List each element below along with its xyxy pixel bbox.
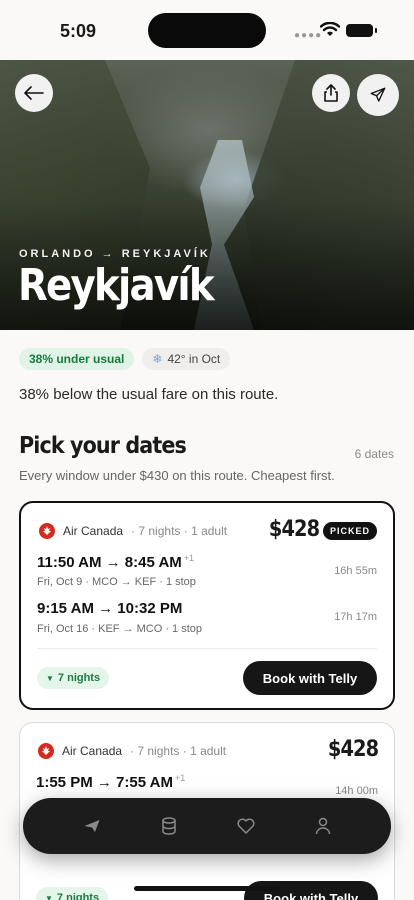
wifi-icon [320,22,340,36]
deal-chip-label: 38% under usual [29,352,125,366]
deal-chips: 38% under usual ❄ 42° in Oct [19,348,231,370]
airline-name: Air Canada [63,524,124,538]
picked-badge: PICKED [322,522,377,540]
tab-saved-data[interactable] [149,806,189,846]
dates-count: 6 dates [354,447,394,461]
weather-chip-label: 42° in Oct [167,352,221,366]
nights-chip: ▼ 7 nights [36,887,109,900]
trip-meta: · 7 nights · 1 adult [130,744,227,758]
back-button[interactable] [15,74,53,112]
battery-icon [346,24,377,37]
section-subtitle: Every window under $430 on this route. C… [19,468,335,483]
route-label: ORLANDO → REYKJAVÍK [19,248,211,260]
airline-row: Air Canada · 7 nights · 1 adult [39,523,227,539]
book-button[interactable]: Book with Telly [243,661,377,695]
tab-favorites[interactable] [226,806,266,846]
nights-chip: ▼ 7 nights [37,667,110,689]
price: $428 [327,737,379,762]
heart-icon [237,818,254,834]
status-bar: 5:09 ●●●● [0,0,414,60]
status-time: 5:09 [60,21,97,41]
share-icon [324,84,338,102]
maple-leaf-icon [39,523,55,539]
home-indicator [134,886,280,891]
return-times: 9:15 AM → 10:32 PM [37,600,183,617]
person-icon [315,817,330,835]
signal-icon: ●●●● [294,30,323,41]
maple-leaf-icon [38,743,54,759]
card-divider [37,648,377,649]
outbound-times: 11:50 AM → 8:45 AM +1 [37,553,194,571]
day-offset: +1 [183,553,195,563]
return-duration: 17h 17m [334,611,377,623]
triangle-icon: ▼ [45,893,53,900]
nights-label: 7 nights [57,672,101,684]
plane-icon [370,87,386,102]
dynamic-island [148,13,266,48]
weather-chip: ❄ 42° in Oct [142,348,231,370]
outbound-duration: 16h 55m [334,565,377,577]
outbound-times: 1:55 PM → 7:55 AM +1 [36,773,185,791]
outbound-duration: 14h 00m [335,785,378,797]
arrow-left-icon [24,86,44,100]
return-detail: Fri, Oct 16 · KEF → MCO · 1 stop [37,623,203,635]
outbound-times-text: 11:50 AM → 8:45 AM [37,554,182,571]
destination-title: Reykjavík [18,260,215,311]
trip-meta: · 7 nights · 1 adult [131,524,228,538]
section-title: Pick your dates [19,433,187,459]
airline-row: Air Canada · 7 nights · 1 adult [38,743,226,759]
deal-chip: 38% under usual [19,348,135,370]
date-option-card[interactable]: Air Canada · 7 nights · 1 adult $428 PIC… [19,501,395,710]
day-offset: +1 [175,773,186,783]
share-button[interactable] [312,74,350,112]
hero-image: ORLANDO → REYKJAVÍK Reykjavík [0,60,414,330]
plane-icon [84,820,99,832]
airline-name: Air Canada [62,744,123,758]
flight-alert-button[interactable] [357,74,399,116]
tab-flights[interactable] [72,806,112,846]
fare-note: 38% below the usual fare on this route. [19,386,279,403]
tab-profile[interactable] [303,806,343,846]
price: $428 [268,517,320,542]
tab-bar [23,798,391,854]
outbound-times-text: 1:55 PM → 7:55 AM [36,774,173,791]
nights-label: 7 nights [56,892,100,900]
database-icon [161,817,176,835]
triangle-icon: ▼ [46,673,54,683]
snowflake-icon: ❄ [152,352,163,366]
outbound-detail: Fri, Oct 9 · MCO → KEF · 1 stop [37,576,196,588]
